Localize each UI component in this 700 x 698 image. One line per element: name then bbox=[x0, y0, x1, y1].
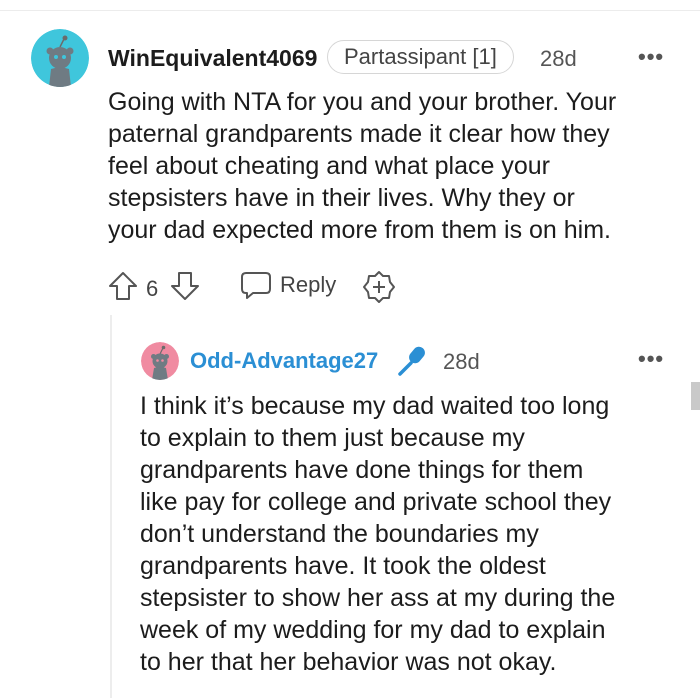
thread-line[interactable] bbox=[110, 315, 112, 698]
comment-line: feel about cheating and what place your bbox=[108, 152, 550, 180]
more-options-icon[interactable]: ••• bbox=[638, 44, 664, 70]
scrollbar[interactable] bbox=[691, 382, 700, 410]
reply-username[interactable]: Odd-Advantage27 bbox=[190, 348, 378, 374]
reply-line: stepsister to show her ass at my during … bbox=[140, 584, 616, 612]
reply-line: don’t understand the boundaries my bbox=[140, 520, 539, 548]
award-plus-icon[interactable] bbox=[362, 270, 396, 304]
comment-line: paternal grandparents made it clear how … bbox=[108, 120, 610, 148]
comment-body: Going with NTA for you and your brother.… bbox=[108, 86, 688, 246]
reply-body: I think it’s because my dad waited too l… bbox=[140, 390, 685, 678]
reply-line: to her that her behavior was not okay. bbox=[140, 648, 557, 676]
reply-line: grandparents have done things for them bbox=[140, 456, 584, 484]
comment-line: your dad expected more from them is on h… bbox=[108, 216, 612, 244]
reply-line: to explain to them just because my bbox=[140, 424, 525, 452]
upvote-icon[interactable] bbox=[108, 270, 138, 302]
microphone-icon bbox=[398, 346, 425, 376]
avatar[interactable] bbox=[31, 29, 89, 87]
reply-line: like pay for college and private school … bbox=[140, 488, 612, 516]
comment-username[interactable]: WinEquivalent4069 bbox=[108, 45, 317, 72]
comment-age: 28d bbox=[540, 46, 577, 71]
comment-line: Going with NTA for you and your brother.… bbox=[108, 88, 617, 116]
comment-line: stepsisters have in their lives. Why the… bbox=[108, 184, 575, 212]
vote-count: 6 bbox=[146, 276, 159, 301]
reply-line: I think it’s because my dad waited too l… bbox=[140, 392, 610, 420]
reply-line: grandparents have. It took the oldest bbox=[140, 552, 546, 580]
downvote-icon[interactable] bbox=[170, 270, 200, 302]
award-button[interactable] bbox=[362, 270, 396, 304]
downvote-button[interactable] bbox=[170, 270, 200, 302]
avatar[interactable] bbox=[141, 342, 179, 380]
reply-label[interactable]: Reply bbox=[280, 272, 336, 298]
comment-bubble-icon bbox=[241, 272, 271, 299]
more-options-icon[interactable]: ••• bbox=[638, 346, 664, 372]
reply-age: 28d bbox=[443, 349, 480, 374]
reply-line: week of my wedding for my dad to explain bbox=[140, 616, 606, 644]
reply-button[interactable]: Reply bbox=[240, 270, 336, 300]
top-divider bbox=[0, 0, 700, 11]
user-flair: Partassipant [1] bbox=[327, 40, 514, 74]
upvote-button[interactable] bbox=[108, 270, 138, 302]
